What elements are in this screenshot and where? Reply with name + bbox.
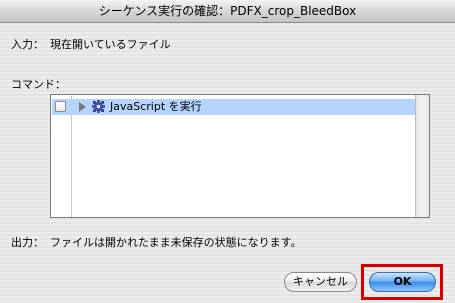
output-row: 出力： ファイルは開かれたまま未保存の状態になります。: [11, 234, 302, 250]
dialog-title: シーケンス実行の確認：PDFX_crop_BleedBox: [0, 0, 455, 23]
command-list[interactable]: JavaScript を実行: [50, 94, 430, 218]
command-label: コマンド：: [11, 78, 66, 91]
disclosure-triangle-icon[interactable]: [79, 102, 86, 112]
output-label: 出力：: [11, 236, 44, 249]
input-label: 入力：: [11, 38, 44, 51]
sequence-confirm-dialog: シーケンス実行の確認：PDFX_crop_BleedBox 入力： 現在開いている…: [0, 0, 455, 303]
gear-icon: [92, 100, 105, 113]
ok-highlight-box: [361, 264, 443, 300]
command-label-text: JavaScript を実行: [110, 100, 202, 113]
cancel-button[interactable]: キャンセル: [284, 272, 357, 292]
output-value: ファイルは開かれたまま未保存の状態になります。: [50, 236, 302, 249]
list-item[interactable]: JavaScript を実行: [52, 99, 416, 115]
vertical-scrollbar[interactable]: [415, 95, 429, 217]
command-checkbox[interactable]: [55, 101, 66, 112]
input-row: 入力： 現在開いているファイル: [11, 36, 171, 52]
input-value: 現在開いているファイル: [50, 38, 171, 51]
